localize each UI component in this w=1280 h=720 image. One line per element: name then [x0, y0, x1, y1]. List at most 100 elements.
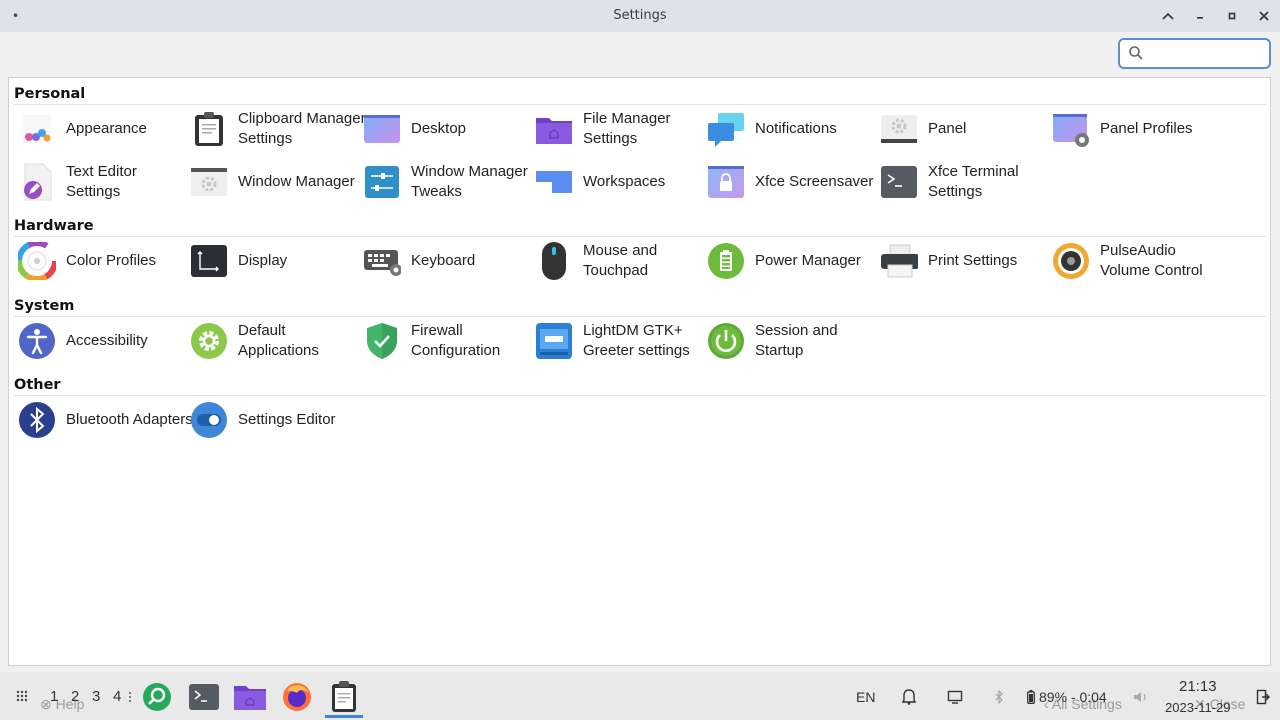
keyboard-icon: [363, 242, 401, 280]
item-label: Keyboard: [411, 251, 476, 269]
item-label: Power Manager: [755, 251, 861, 269]
item-panel[interactable]: Panel: [880, 107, 1056, 151]
taskbar-clipboard-active[interactable]: [325, 677, 363, 717]
clipboard-icon: [332, 681, 356, 712]
category-personal: Personal: [14, 86, 1266, 105]
battery-status[interactable]: 89% - 0:04: [1039, 689, 1107, 705]
item-lightdm-greeter[interactable]: LightDM GTK+ Greeter settings: [535, 319, 711, 363]
workspace-2[interactable]: 2: [71, 688, 79, 705]
category-other: Other: [14, 377, 1266, 396]
sliders-icon: [363, 163, 401, 201]
speaker-icon: [1052, 242, 1090, 280]
bluetooth-tray-button[interactable]: [990, 688, 1008, 706]
item-file-manager[interactable]: File Manager Settings: [535, 107, 711, 151]
item-clipboard-manager[interactable]: Clipboard Manager Settings: [190, 107, 366, 151]
item-label: Accessibility: [66, 331, 148, 349]
search-box[interactable]: [1118, 38, 1271, 69]
item-label: Desktop: [411, 119, 467, 137]
workspaces-icon: [535, 163, 573, 201]
item-label: File Manager Settings: [583, 109, 671, 148]
display-tray-button[interactable]: [945, 688, 965, 706]
maximize-button[interactable]: [1221, 6, 1243, 26]
item-bluetooth[interactable]: Bluetooth Adapters: [18, 398, 194, 442]
item-label: Session and Startup: [755, 321, 838, 360]
notification-button[interactable]: [900, 688, 918, 706]
item-label: Workspaces: [583, 172, 666, 190]
item-workspaces[interactable]: Workspaces: [535, 160, 711, 204]
item-keyboard[interactable]: Keyboard: [363, 239, 539, 283]
clock-date[interactable]: 2023-11-29: [1165, 700, 1231, 715]
category-title: Other: [14, 377, 61, 393]
item-mouse-touchpad[interactable]: Mouse and Touchpad: [535, 239, 711, 283]
item-notifications[interactable]: Notifications: [707, 107, 883, 151]
launcher-files[interactable]: [232, 681, 268, 713]
bluetooth-icon: [18, 401, 56, 439]
item-color-profiles[interactable]: Color Profiles: [18, 239, 194, 283]
item-panel-profiles[interactable]: Panel Profiles: [1052, 107, 1228, 151]
title-bar: • Settings: [0, 0, 1280, 32]
item-appearance[interactable]: Appearance: [18, 107, 194, 151]
item-label: Print Settings: [928, 251, 1018, 269]
item-window-manager[interactable]: Window Manager: [190, 160, 366, 204]
category-title: System: [14, 298, 75, 314]
item-label: Panel Profiles: [1100, 119, 1193, 137]
item-label: PulseAudio Volume Control: [1100, 241, 1203, 280]
workspace-handle[interactable]: [126, 690, 134, 704]
printer-icon: [880, 242, 918, 280]
category-divider: [14, 236, 1266, 237]
folder-icon: [535, 110, 573, 148]
firefox-icon: [283, 683, 311, 711]
drag-handle-icon: [129, 692, 131, 702]
item-screensaver[interactable]: Xfce Screensaver: [707, 160, 883, 204]
item-pulseaudio[interactable]: PulseAudio Volume Control: [1052, 239, 1228, 283]
item-text-editor[interactable]: Text Editor Settings: [18, 160, 194, 204]
item-print-settings[interactable]: Print Settings: [880, 239, 1056, 283]
category-title: Personal: [14, 86, 86, 102]
display-icon: [190, 242, 228, 280]
item-label: Firewall Configuration: [411, 321, 501, 360]
item-settings-editor[interactable]: Settings Editor: [190, 398, 366, 442]
item-firewall[interactable]: Firewall Configuration: [363, 319, 539, 363]
bluetooth-icon: [995, 690, 1003, 704]
active-window-indicator: [325, 715, 363, 718]
item-label: LightDM GTK+ Greeter settings: [583, 321, 690, 360]
item-desktop[interactable]: Desktop: [363, 107, 539, 151]
keyboard-layout-indicator[interactable]: EN: [856, 689, 875, 705]
gear-icon: [190, 322, 228, 360]
maximize-icon: [1228, 12, 1236, 20]
shade-button[interactable]: [1157, 6, 1179, 26]
launcher-terminal[interactable]: [187, 681, 221, 713]
workspace-1[interactable]: 1: [50, 688, 58, 705]
toggle-icon: [190, 401, 228, 439]
launcher-search[interactable]: [141, 681, 173, 713]
close-button[interactable]: [1253, 6, 1275, 26]
item-label: Panel: [928, 119, 967, 137]
item-session-startup[interactable]: Session and Startup: [707, 319, 883, 363]
item-label: Window Manager: [238, 172, 355, 190]
power-actions-button[interactable]: [1253, 686, 1273, 708]
item-accessibility[interactable]: Accessibility: [18, 319, 194, 363]
minimize-button[interactable]: [1189, 6, 1211, 26]
launcher-firefox[interactable]: [280, 681, 314, 713]
search-input[interactable]: [1146, 44, 1268, 66]
item-default-applications[interactable]: Default Applications: [190, 319, 366, 363]
category-system: System: [14, 298, 1266, 317]
settings-content: Personal Appearance Clipboard Manager Se…: [8, 77, 1271, 666]
item-label: Color Profiles: [66, 251, 157, 269]
workspace-4[interactable]: 4: [113, 688, 121, 705]
app-menu-button[interactable]: [14, 688, 30, 704]
battery-icon: [1027, 690, 1035, 704]
clock-time[interactable]: 21:13: [1179, 678, 1217, 695]
item-power-manager[interactable]: Power Manager: [707, 239, 883, 283]
volume-tray-button[interactable]: [1132, 688, 1150, 706]
toolbar: [0, 32, 1280, 76]
item-display[interactable]: Display: [190, 239, 366, 283]
shield-icon: [363, 322, 401, 360]
item-terminal[interactable]: Xfce Terminal Settings: [880, 160, 1056, 204]
item-window-manager-tweaks[interactable]: Window Manager Tweaks: [363, 160, 539, 204]
folder-icon: [234, 686, 266, 710]
window-title: Settings: [613, 8, 667, 23]
mouse-icon: [535, 242, 573, 280]
accessibility-icon: [18, 322, 56, 360]
workspace-3[interactable]: 3: [92, 688, 100, 705]
